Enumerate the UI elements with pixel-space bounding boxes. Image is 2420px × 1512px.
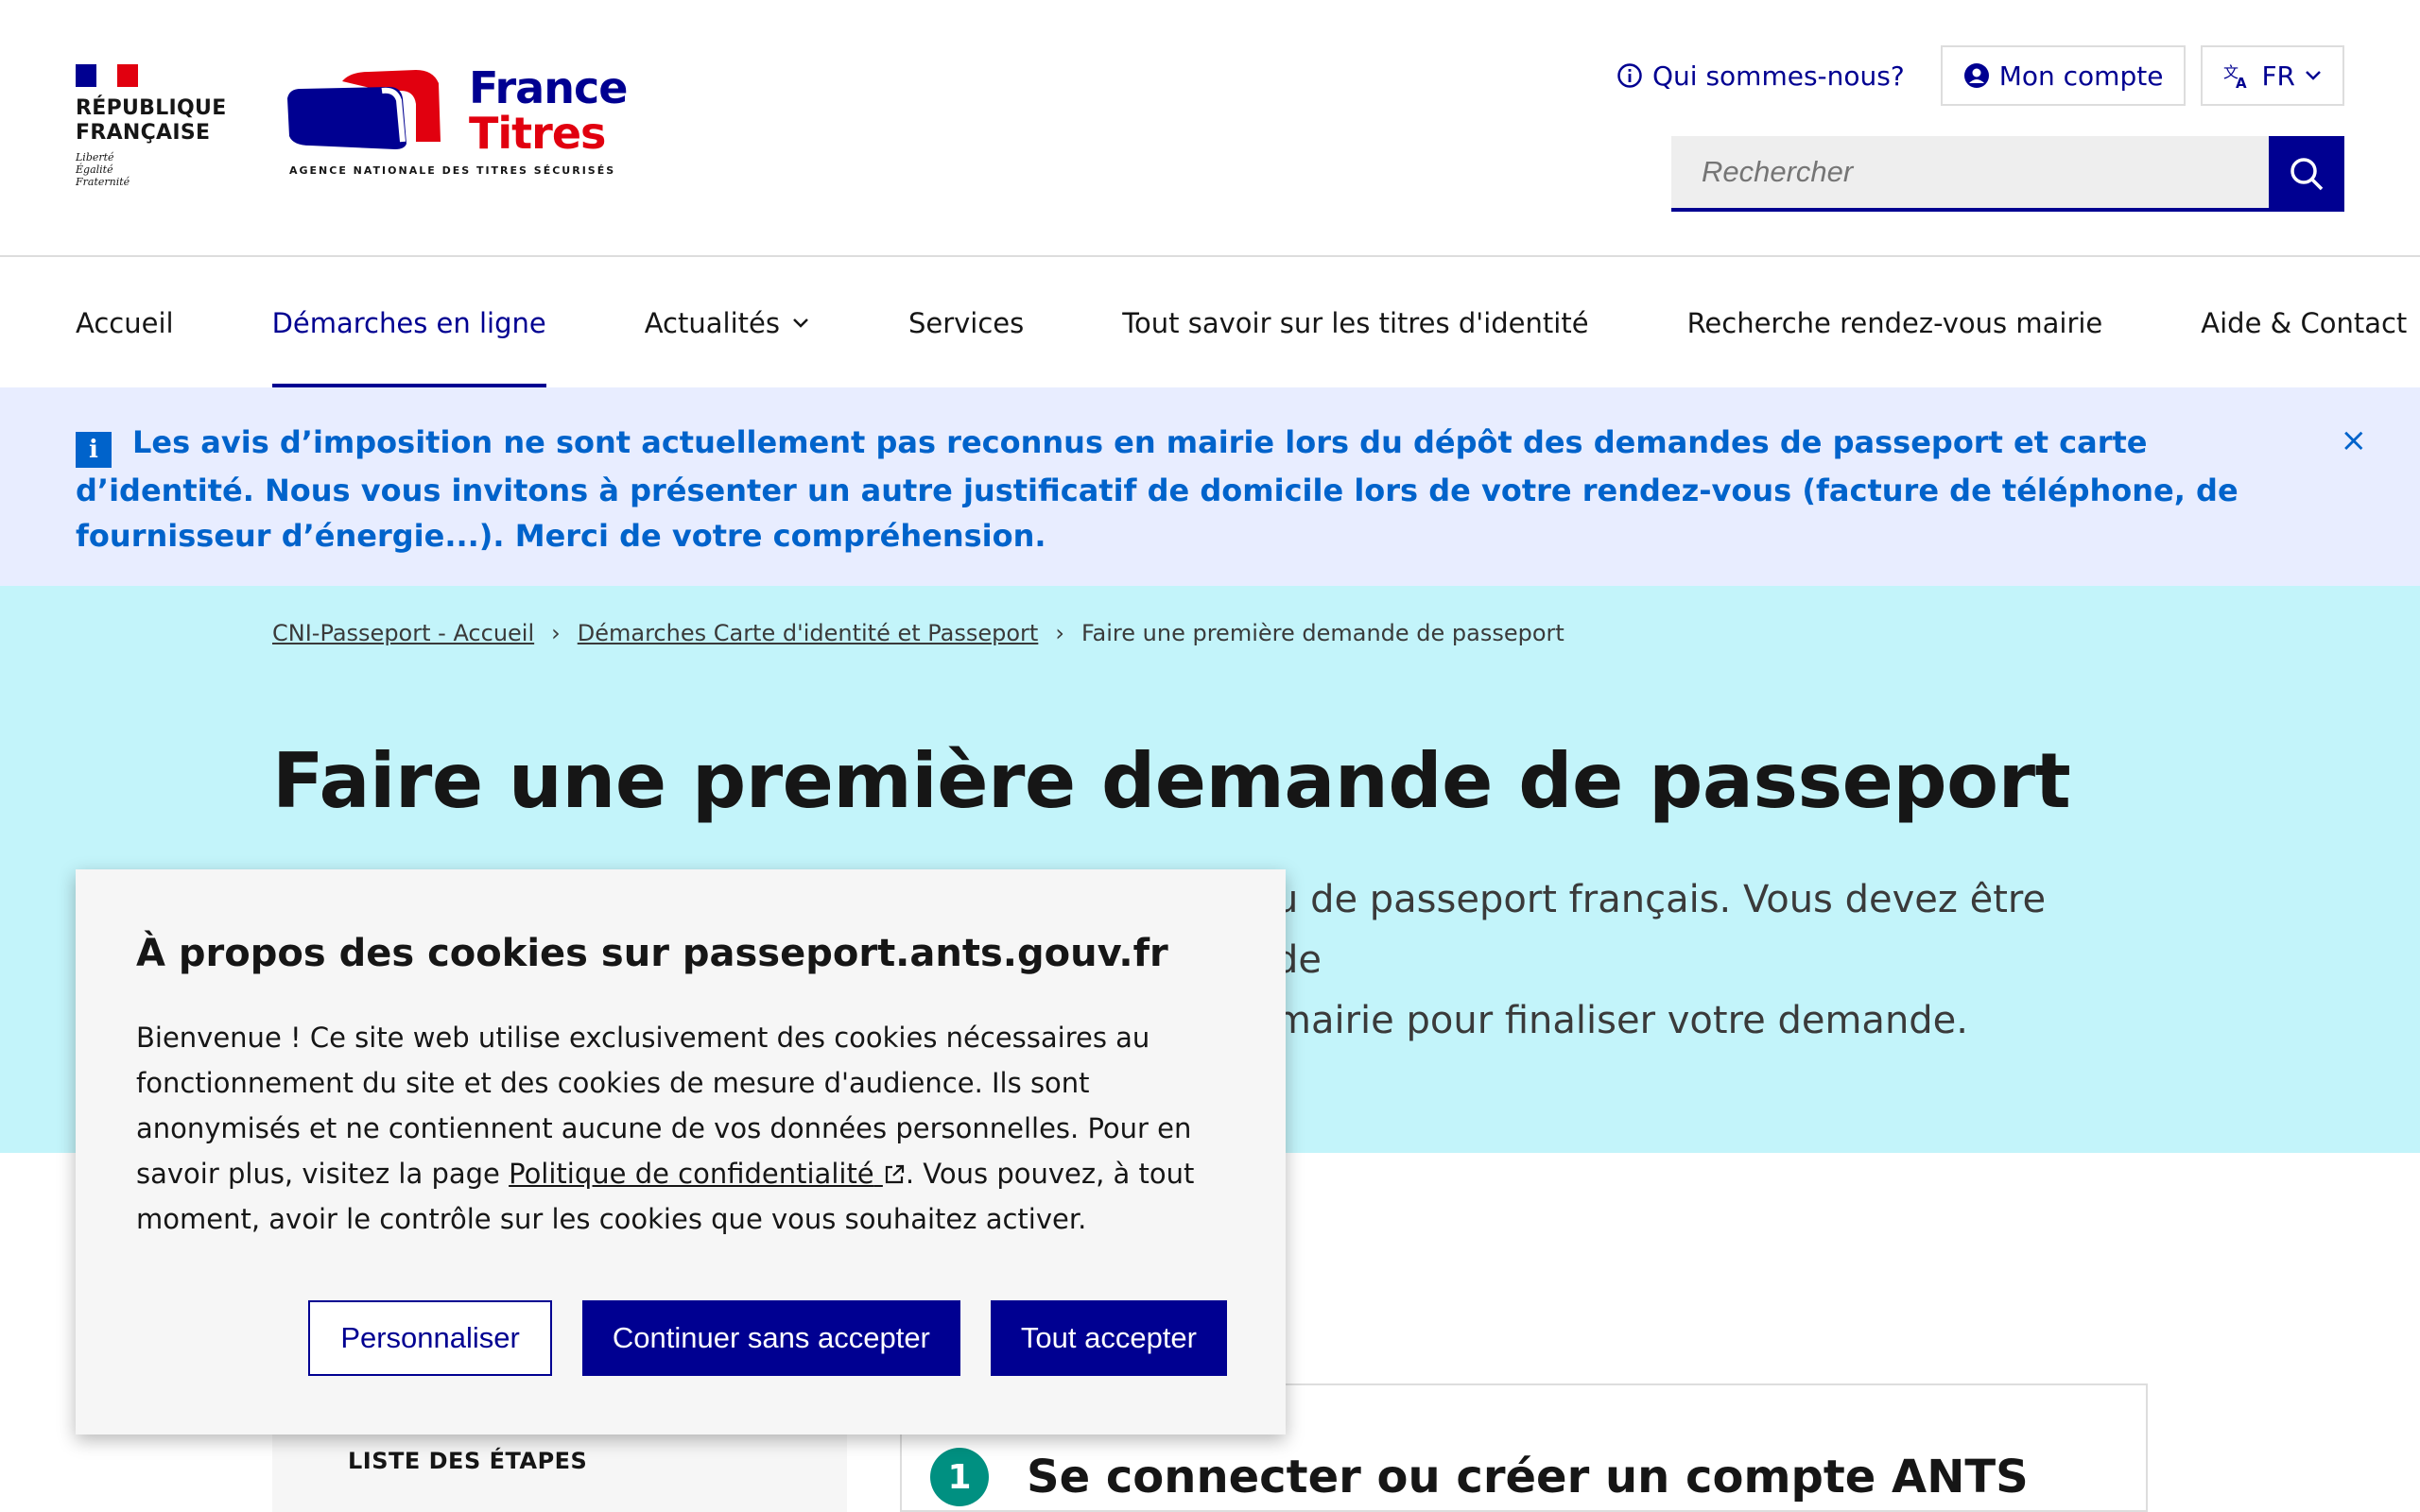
account-label: Mon compte [1998,60,2164,92]
chevron-down-icon [2306,71,2321,80]
accept-all-cookies-button[interactable]: Tout accepter [990,1300,1227,1376]
search-bar [1671,136,2344,212]
nav-label: Recherche rendez-vous mairie [1686,307,2103,339]
about-link[interactable]: Qui sommes-nous? [1596,45,1926,106]
breadcrumb: CNI-Passeport - Accueil › Démarches Cart… [272,620,1564,646]
nav-item-services[interactable]: Services [859,259,1073,387]
search-button[interactable] [2269,136,2344,212]
external-link-icon [885,1164,904,1184]
site-header: RÉPUBLIQUE FRANÇAISE Liberté Égalité Fra… [0,0,2420,257]
steps-sidebar: LISTE DES ÉTAPES [272,1433,847,1512]
account-button[interactable]: Mon compte [1940,45,2187,106]
svg-text:A: A [2236,75,2247,89]
logo-word-france: France [469,62,628,113]
nav-label: Aide & Contact [2201,307,2408,339]
nav-label: Tout savoir sur les titres d'identité [1122,307,1589,339]
nav-item-demarches-en-ligne[interactable]: Démarches en ligne [223,259,596,387]
republique-francaise-logo[interactable]: RÉPUBLIQUE FRANÇAISE Liberté Égalité Fra… [76,64,236,197]
logo-tagline: AGENCE NATIONALE DES TITRES SÉCURISÉS [289,164,616,177]
cookie-consent-dialog: À propos des cookies sur passeport.ants.… [76,869,1286,1435]
steps-list-title: LISTE DES ÉTAPES [348,1448,588,1474]
refuse-cookies-button[interactable]: Continuer sans accepter [581,1300,960,1376]
nav-label: Actualités [644,307,780,339]
rf-title-line1: RÉPUBLIQUE [76,96,227,120]
cookie-body: Bienvenue ! Ce site web utilise exclusiv… [136,1015,1233,1242]
marianne-flag-icon [76,64,138,87]
rf-motto: Liberté Égalité Fraternité [76,151,236,188]
step-title: Se connecter ou créer un compte ANTS [1027,1451,2029,1503]
breadcrumb-current: Faire une première demande de passeport [1080,620,1564,646]
notice-message: Les avis d’imposition ne sont actuelleme… [76,424,2238,554]
motto-fraternite: Fraternité [76,176,130,188]
main-navigation: Accueil Démarches en ligne Actualités Se… [0,259,2420,387]
customize-cookies-button[interactable]: Personnaliser [308,1300,552,1376]
logo-word-titres: Titres [469,108,606,159]
france-titres-logo[interactable]: France Titres AGENCE NATIONALE DES TITRE… [284,66,628,189]
breadcrumb-link-demarches[interactable]: Démarches Carte d'identité et Passeport [578,620,1039,646]
about-label: Qui sommes-nous? [1651,60,1905,92]
header-tools: Qui sommes-nous? Mon compte 文A FR [1596,45,2344,106]
page-title: Faire une première demande de passeport [272,737,2071,825]
chevron-right-icon: › [551,620,561,646]
motto-liberte: Liberté [76,151,114,163]
rf-title-line2: FRANÇAISE [76,121,211,145]
chevron-right-icon: › [1055,620,1064,646]
nav-item-actualites[interactable]: Actualités [596,259,859,387]
info-notice: i Les avis d’imposition ne sont actuellem… [0,387,2420,586]
search-input[interactable] [1671,136,2269,212]
motto-egalite: Égalité [76,163,113,176]
nav-item-accueil[interactable]: Accueil [0,259,223,387]
nav-item-aide-contact[interactable]: Aide & Contact [2152,259,2420,387]
translate-icon: 文A [2223,63,2247,89]
nav-label: Démarches en ligne [271,307,546,339]
info-icon: i [76,432,112,468]
info-circle-icon [1617,63,1642,88]
chevron-down-icon [793,318,808,328]
language-selector[interactable]: 文A FR [2201,45,2344,106]
step-number-badge: 1 [930,1448,989,1506]
privacy-policy-link[interactable]: Politique de confidentialité [509,1158,906,1190]
nav-item-tout-savoir[interactable]: Tout savoir sur les titres d'identité [1073,259,1637,387]
user-circle-icon [1963,63,1989,88]
privacy-policy-label: Politique de confidentialité [509,1158,874,1190]
close-icon[interactable]: × [2341,421,2368,459]
france-titres-emblem-icon [287,70,441,149]
cookie-actions: Personnaliser Continuer sans accepter To… [308,1300,1227,1376]
nav-label: Accueil [76,307,174,339]
cookie-title: À propos des cookies sur passeport.ants.… [136,932,1168,975]
breadcrumb-link-accueil[interactable]: CNI-Passeport - Accueil [272,620,534,646]
language-label: FR [2261,60,2295,92]
nav-label: Services [908,307,1025,339]
search-icon [2290,158,2324,191]
nav-item-recherche-rdv[interactable]: Recherche rendez-vous mairie [1638,259,2152,387]
rf-title: RÉPUBLIQUE FRANÇAISE [76,96,236,146]
notice-text-container: i Les avis d’imposition ne sont actuellem… [76,420,2250,558]
